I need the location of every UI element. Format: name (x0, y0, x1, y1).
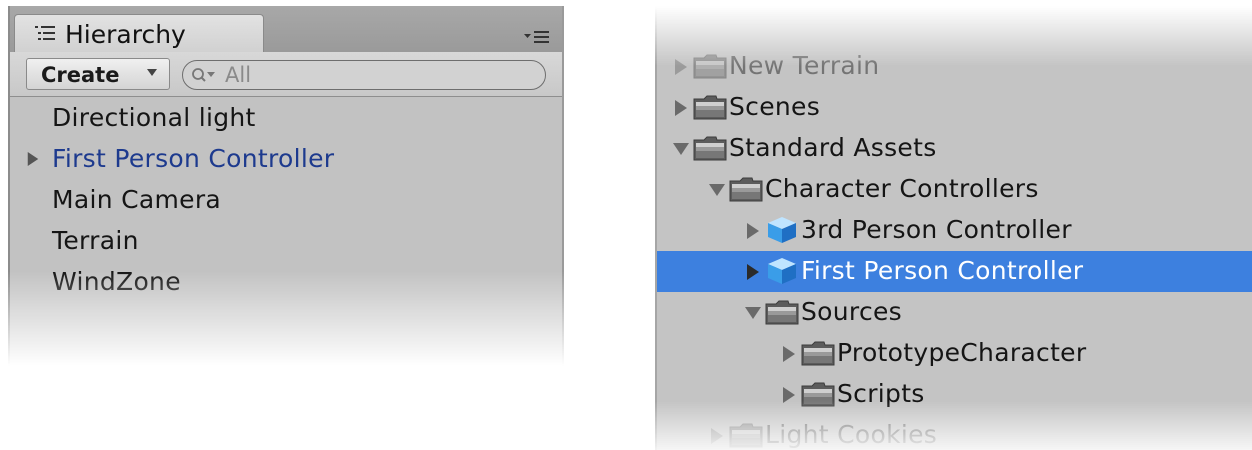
expand-arrow-closed-icon[interactable] (745, 222, 761, 240)
expand-arrow-open-icon[interactable] (709, 181, 725, 199)
project-tree-item[interactable]: New Terrain (657, 46, 1252, 87)
create-button[interactable]: Create (26, 58, 170, 90)
project-tree-item[interactable]: Scenes (657, 87, 1252, 128)
expand-arrow-closed-icon[interactable] (26, 151, 40, 167)
project-tree-item[interactable]: Sources (657, 292, 1252, 333)
project-tree-item-label: PrototypeCharacter (837, 338, 1087, 367)
expand-arrow-closed-icon[interactable] (781, 345, 797, 363)
project-tree-item[interactable]: PrototypeCharacter (657, 333, 1252, 374)
expand-arrow-closed-icon[interactable] (745, 263, 761, 281)
hierarchy-item[interactable]: Directional light (10, 100, 562, 140)
hierarchy-item[interactable]: First Person Controller (10, 141, 562, 181)
hierarchy-item[interactable]: Terrain (10, 223, 562, 263)
project-tree-item-label: Light Cookies (765, 420, 938, 449)
hierarchy-toolbar: Create All (10, 52, 562, 97)
chevron-down-icon (147, 69, 157, 76)
project-tree-item[interactable]: Character Controllers (657, 169, 1252, 210)
search-icon (192, 68, 215, 82)
folder-icon (765, 300, 799, 325)
project-panel: New Terrain Scenes Standard Assets Characte… (655, 6, 1252, 450)
expand-arrow-closed-icon[interactable] (673, 58, 689, 76)
hierarchy-item-label: Directional light (52, 103, 256, 132)
project-tree-item-label: Scripts (837, 379, 925, 408)
folder-icon (693, 95, 727, 120)
create-button-label: Create (41, 63, 120, 87)
prefab-cube-icon (768, 217, 796, 243)
folder-icon (693, 54, 727, 79)
scene: Hierarchy Create All Directional light F… (0, 0, 1252, 450)
expand-arrow-closed-icon[interactable] (709, 427, 725, 445)
expand-arrow-closed-icon[interactable] (673, 99, 689, 117)
hierarchy-panel: Hierarchy Create All Directional light F… (8, 6, 564, 366)
panel-menu-icon[interactable] (524, 28, 550, 46)
project-tree-item-label: New Terrain (729, 51, 880, 80)
folder-icon (693, 136, 727, 161)
project-tree-item-label: 3rd Person Controller (801, 215, 1072, 244)
folder-icon (729, 423, 763, 448)
project-tree-item-label: Scenes (729, 92, 821, 121)
hierarchy-tab-bar: Hierarchy (10, 6, 562, 54)
folder-icon (729, 177, 763, 202)
hierarchy-item[interactable]: Main Camera (10, 182, 562, 222)
search-placeholder: All (225, 63, 252, 87)
hierarchy-item-label: Main Camera (52, 185, 222, 214)
hierarchy-item-label: First Person Controller (52, 144, 335, 173)
hierarchy-item-label: WindZone (52, 267, 181, 296)
tab-hierarchy[interactable]: Hierarchy (14, 14, 264, 54)
project-tree-item-label: Character Controllers (765, 174, 1039, 203)
project-tree-item[interactable]: Scripts (657, 374, 1252, 415)
project-tree-item-label: First Person Controller (801, 256, 1084, 285)
hierarchy-item[interactable]: WindZone (10, 264, 562, 304)
list-icon (35, 26, 55, 40)
prefab-cube-icon (768, 258, 796, 284)
project-tree-item[interactable]: Standard Assets (657, 128, 1252, 169)
project-tree-item-label: Standard Assets (729, 133, 937, 162)
expand-arrow-open-icon[interactable] (745, 304, 761, 322)
folder-icon (801, 341, 835, 366)
project-tree-item-label: Sources (801, 297, 902, 326)
tab-title: Hierarchy (65, 20, 186, 49)
project-tree-item[interactable]: First Person Controller (657, 251, 1252, 292)
expand-arrow-open-icon[interactable] (673, 140, 689, 158)
hierarchy-item-label: Terrain (52, 226, 139, 255)
project-tree-item[interactable]: 3rd Person Controller (657, 210, 1252, 251)
folder-icon (801, 382, 835, 407)
expand-arrow-closed-icon[interactable] (781, 386, 797, 404)
project-tree-item[interactable]: Light Cookies (657, 415, 1252, 450)
search-input[interactable]: All (182, 60, 546, 90)
